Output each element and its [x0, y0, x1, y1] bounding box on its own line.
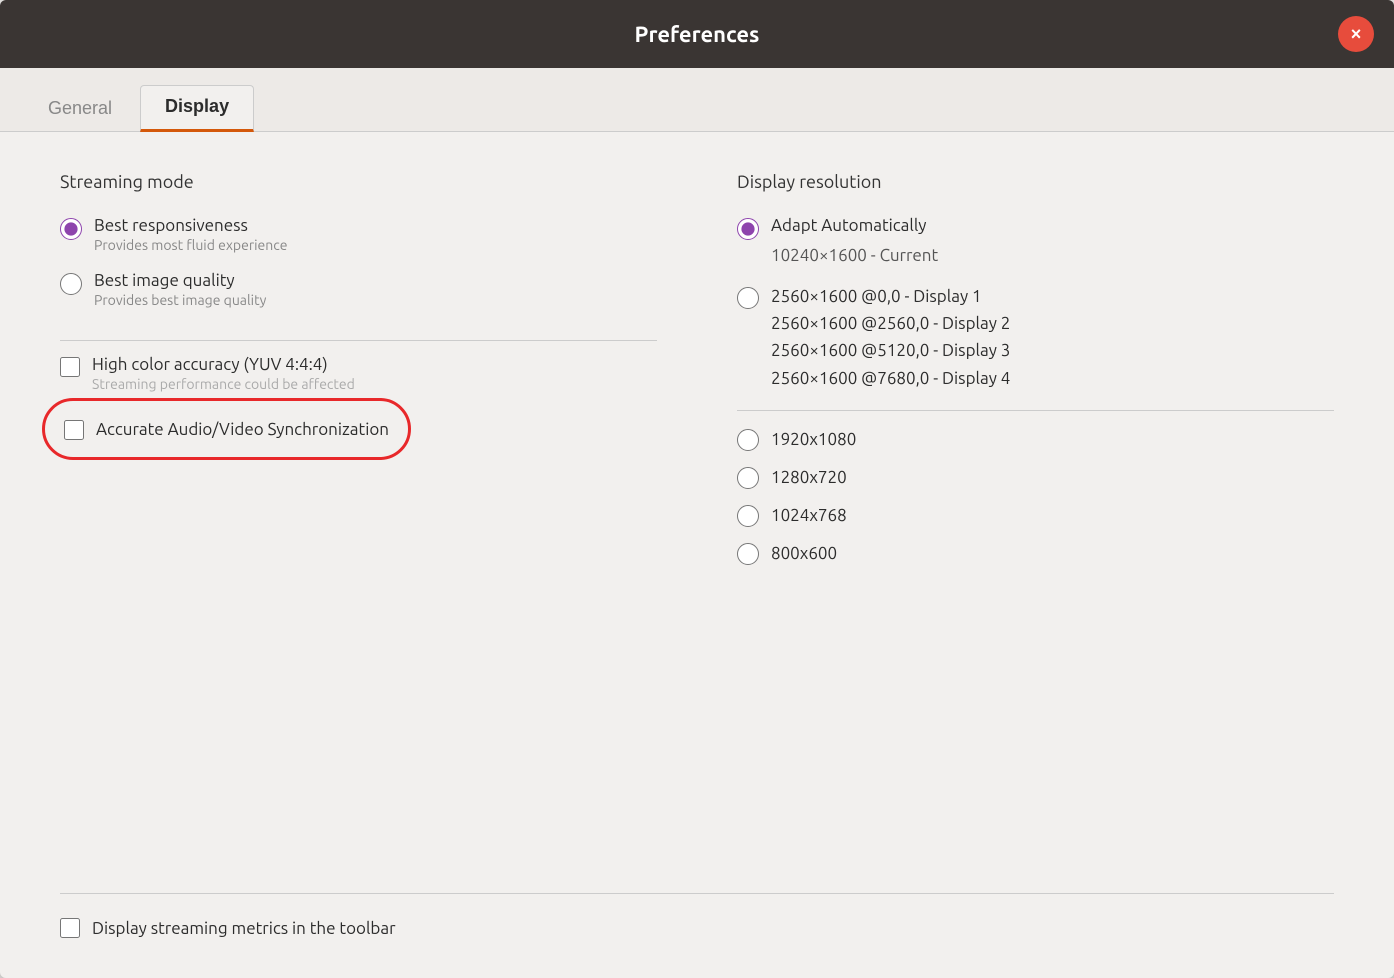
best-responsiveness-sublabel: Provides most fluid experience — [94, 237, 287, 253]
best-responsiveness-label: Best responsiveness — [94, 216, 287, 235]
checkbox-high-color-accuracy[interactable] — [60, 357, 80, 377]
radio-1920x1080[interactable] — [737, 429, 759, 451]
streaming-radio-group: Best responsiveness Provides most fluid … — [60, 216, 657, 326]
label-1280x720: 1280x720 — [771, 468, 847, 487]
adapt-automatically-label: Adapt Automatically — [771, 216, 926, 235]
two-column-layout: Streaming mode Best responsiveness Provi… — [60, 172, 1334, 863]
preferences-dialog: Preferences × General Display Streaming … — [0, 0, 1394, 978]
accurate-audio-container: Accurate Audio/Video Synchronization — [60, 412, 657, 460]
option-display-streaming-metrics[interactable]: Display streaming metrics in the toolbar — [60, 918, 1334, 938]
checkbox-options: High color accuracy (YUV 4:4:4) Streamin… — [60, 355, 657, 460]
best-image-quality-label: Best image quality — [94, 271, 266, 290]
option-1024x768[interactable]: 1024x768 — [737, 505, 1334, 527]
display-resolution-title: Display resolution — [737, 172, 1334, 192]
titlebar: Preferences × — [0, 0, 1394, 68]
best-image-quality-sublabel: Provides best image quality — [94, 292, 266, 308]
left-column: Streaming mode Best responsiveness Provi… — [60, 172, 657, 863]
radio-1280x720[interactable] — [737, 467, 759, 489]
streaming-divider — [60, 340, 657, 341]
high-color-accuracy-sublabel: Streaming performance could be affected — [92, 376, 355, 392]
option-high-color-accuracy[interactable]: High color accuracy (YUV 4:4:4) Streamin… — [60, 355, 657, 392]
option-accurate-audio-video[interactable]: Accurate Audio/Video Synchronization — [60, 412, 393, 446]
accurate-audio-video-label: Accurate Audio/Video Synchronization — [96, 420, 389, 439]
label-1920x1080: 1920x1080 — [771, 430, 856, 449]
radio-best-image-quality[interactable] — [60, 273, 82, 295]
option-best-image-quality[interactable]: Best image quality Provides best image q… — [60, 271, 657, 308]
close-button[interactable]: × — [1338, 16, 1374, 52]
option-multi-display[interactable]: 2560×1600 @0,0 - Display 1 2560×1600 @25… — [737, 283, 1334, 392]
right-column: Display resolution Adapt Automatically 1… — [737, 172, 1334, 863]
display-streaming-metrics-label: Display streaming metrics in the toolbar — [92, 919, 396, 938]
radio-1024x768[interactable] — [737, 505, 759, 527]
tab-display[interactable]: Display — [140, 85, 254, 132]
checkbox-display-streaming-metrics[interactable] — [60, 918, 80, 938]
option-1920x1080[interactable]: 1920x1080 — [737, 429, 1334, 451]
tabs-bar: General Display — [0, 68, 1394, 132]
radio-800x600[interactable] — [737, 543, 759, 565]
content-area: Streaming mode Best responsiveness Provi… — [0, 132, 1394, 978]
radio-multi-display[interactable] — [737, 287, 759, 309]
multi-display-lines: 2560×1600 @0,0 - Display 1 2560×1600 @25… — [771, 283, 1010, 392]
multi-display-line-2: 2560×1600 @2560,0 - Display 2 — [771, 310, 1010, 337]
label-1024x768: 1024x768 — [771, 506, 847, 525]
checkbox-accurate-audio-video[interactable] — [64, 420, 84, 440]
multi-display-line-3: 2560×1600 @5120,0 - Display 3 — [771, 337, 1010, 364]
option-800x600[interactable]: 800x600 — [737, 543, 1334, 565]
multi-display-line-4: 2560×1600 @7680,0 - Display 4 — [771, 365, 1010, 392]
current-resolution-text: 10240×1600 - Current — [771, 246, 1334, 265]
radio-adapt-automatically[interactable] — [737, 218, 759, 240]
radio-best-responsiveness[interactable] — [60, 218, 82, 240]
option-1280x720[interactable]: 1280x720 — [737, 467, 1334, 489]
streaming-mode-title: Streaming mode — [60, 172, 657, 192]
label-800x600: 800x600 — [771, 544, 837, 563]
option-best-responsiveness[interactable]: Best responsiveness Provides most fluid … — [60, 216, 657, 253]
bottom-section: Display streaming metrics in the toolbar — [60, 893, 1334, 938]
tab-general[interactable]: General — [24, 88, 136, 131]
resolution-divider — [737, 410, 1334, 411]
multi-display-line-1: 2560×1600 @0,0 - Display 1 — [771, 283, 1010, 310]
option-adapt-automatically[interactable]: Adapt Automatically — [737, 216, 1334, 240]
dialog-title: Preferences — [635, 22, 760, 47]
high-color-accuracy-label: High color accuracy (YUV 4:4:4) — [92, 355, 355, 374]
